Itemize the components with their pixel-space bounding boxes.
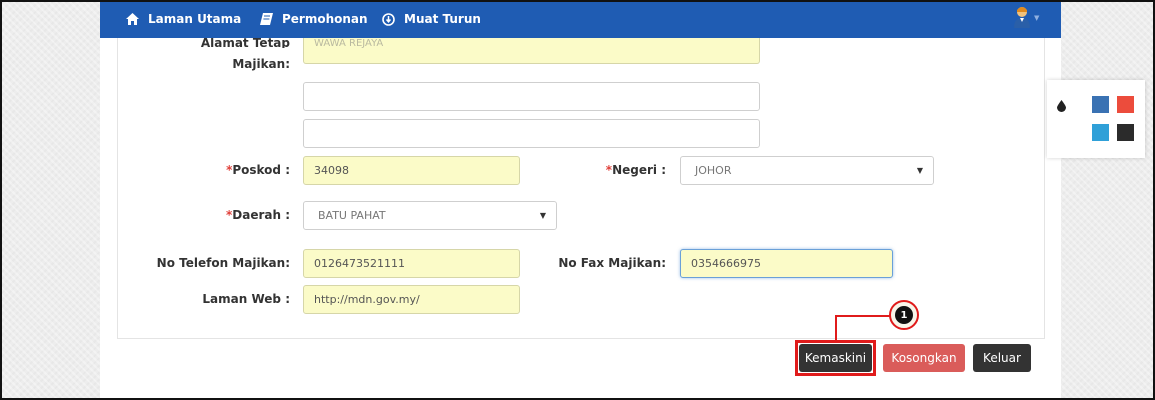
- callout-connector-horizontal: [835, 315, 893, 317]
- callout-connector-vertical: [835, 316, 837, 341]
- poskod-value: 34098: [314, 164, 349, 177]
- theme-swatch-dark[interactable]: [1117, 124, 1134, 141]
- poskod-input[interactable]: 34098: [303, 156, 520, 185]
- user-avatar-icon: [1014, 6, 1030, 31]
- keluar-button[interactable]: Keluar: [973, 344, 1031, 372]
- callout-step-number: 1: [895, 306, 913, 324]
- alamat-line2-input[interactable]: [303, 82, 760, 111]
- telefon-input[interactable]: 0126473521111: [303, 249, 520, 278]
- negeri-label: *Negeri :: [605, 163, 666, 177]
- negeri-select[interactable]: JOHOR ▼: [680, 156, 934, 185]
- top-navbar: Laman Utama Permohonan Muat Turun ▼: [100, 0, 1061, 38]
- daerah-value: BATU PAHAT: [318, 209, 386, 222]
- fax-value: 0354666975: [691, 257, 761, 270]
- alamat-line3-input[interactable]: [303, 119, 760, 148]
- nav-laman-utama[interactable]: Laman Utama: [126, 0, 241, 38]
- user-menu[interactable]: ▼: [1014, 6, 1044, 30]
- theme-swatch-blue[interactable]: [1092, 96, 1109, 113]
- nav-permohonan[interactable]: Permohonan: [260, 0, 368, 38]
- fax-input[interactable]: 0354666975: [680, 249, 893, 278]
- select-arrow-icon: ▼: [539, 211, 546, 220]
- telefon-label: No Telefon Majikan:: [156, 256, 290, 270]
- book-icon: [260, 13, 273, 25]
- kosongkan-button[interactable]: Kosongkan: [883, 344, 965, 372]
- droplet-icon[interactable]: [1057, 100, 1066, 115]
- alamat-majikan-label: Majikan:: [232, 57, 290, 71]
- telefon-value: 0126473521111: [314, 257, 405, 270]
- daerah-select[interactable]: BATU PAHAT ▼: [303, 201, 557, 230]
- kemaskini-button[interactable]: Kemaskini: [799, 344, 872, 372]
- download-circle-icon: [382, 12, 395, 26]
- negeri-value: JOHOR: [695, 164, 732, 177]
- nav-muat-turun-label: Muat Turun: [404, 12, 481, 26]
- laman-web-input[interactable]: http://mdn.gov.my/: [303, 285, 520, 314]
- laman-web-label: Laman Web :: [202, 292, 290, 306]
- nav-permohonan-label: Permohonan: [282, 12, 368, 26]
- select-arrow-icon: ▼: [916, 166, 923, 175]
- fax-label: No Fax Majikan:: [558, 256, 666, 270]
- alamat-line1-value: WAWA REJAYA: [314, 38, 384, 49]
- daerah-label: *Daerah :: [225, 208, 290, 222]
- laman-web-value: http://mdn.gov.my/: [314, 293, 420, 306]
- poskod-label: *Poskod :: [226, 163, 290, 177]
- callout-step-badge: 1: [889, 300, 919, 330]
- theme-swatch-light-blue[interactable]: [1092, 124, 1109, 141]
- theme-switcher-panel: [1047, 80, 1145, 158]
- nav-muat-turun[interactable]: Muat Turun: [382, 0, 481, 38]
- nav-laman-utama-label: Laman Utama: [148, 12, 242, 26]
- chevron-down-icon: ▼: [1034, 14, 1040, 22]
- home-icon: [126, 13, 139, 25]
- theme-swatch-red[interactable]: [1117, 96, 1134, 113]
- alamat-line1-input[interactable]: WAWA REJAYA: [303, 38, 760, 64]
